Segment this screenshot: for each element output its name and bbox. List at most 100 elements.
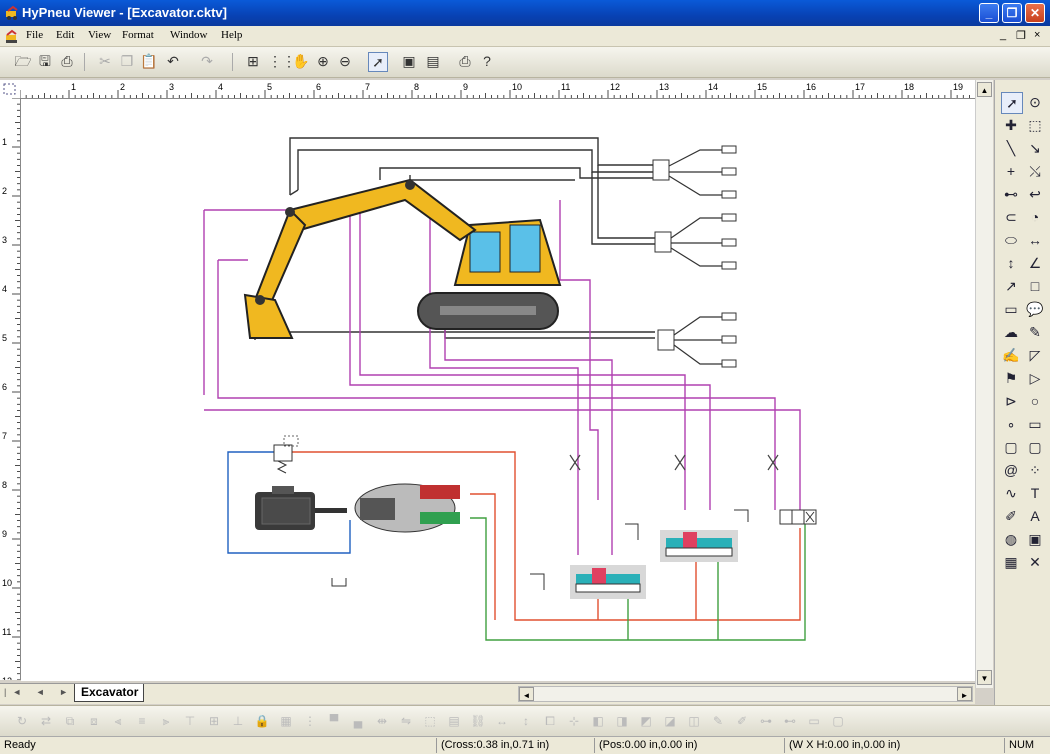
drawing-canvas[interactable] xyxy=(21,99,975,681)
fill-icon[interactable]: ◨ xyxy=(614,713,630,729)
diagonal-arrow-icon[interactable]: ↘ xyxy=(1025,138,1045,158)
copy-icon[interactable]: ❐ xyxy=(118,52,136,70)
order-back-icon[interactable]: ▄ xyxy=(350,713,366,729)
group-icon[interactable]: ⧉ xyxy=(62,713,78,729)
brush-icon[interactable]: ✍ xyxy=(1001,345,1021,365)
zoom-in-icon[interactable]: ⊕ xyxy=(314,52,332,70)
align-left-icon[interactable]: ⫷ xyxy=(110,713,126,729)
align-bottom-icon[interactable]: ⊥ xyxy=(230,713,246,729)
line-icon[interactable]: ╲ xyxy=(1001,138,1021,158)
scroll-up-icon[interactable]: ▲ xyxy=(977,82,992,97)
picture-icon[interactable]: ▣ xyxy=(1025,529,1045,549)
pilot-valve-3[interactable] xyxy=(657,312,737,368)
ellipse-icon[interactable]: ⬭ xyxy=(1001,230,1021,250)
menu-window[interactable]: Window xyxy=(170,29,207,41)
dimension-icon[interactable]: ↔ xyxy=(1025,230,1045,250)
circuit-diagram[interactable] xyxy=(21,99,975,681)
align-icon[interactable]: ⊞ xyxy=(244,52,262,70)
undo-icon[interactable]: ↶ xyxy=(164,52,182,70)
arc-icon[interactable]: ⊂ xyxy=(1001,207,1021,227)
space-icon[interactable]: ⇹ xyxy=(374,713,390,729)
minimize-button[interactable]: _ xyxy=(979,3,999,23)
outline-icon[interactable]: ▭ xyxy=(806,713,822,729)
layer-icon[interactable]: ▦ xyxy=(278,713,294,729)
cloud-icon[interactable]: ☁ xyxy=(1001,322,1021,342)
text-edit-icon[interactable]: ✐ xyxy=(1001,506,1021,526)
font-icon[interactable]: A xyxy=(1025,506,1045,526)
vertical-dim-icon[interactable]: ↕ xyxy=(1001,253,1021,273)
speech-bubble-icon[interactable]: 💬 xyxy=(1025,299,1045,319)
directional-valve-2[interactable] xyxy=(660,530,738,562)
open-icon[interactable]: 🗁 xyxy=(14,52,32,70)
distribute-icon[interactable]: ⋮ xyxy=(302,713,318,729)
print-icon[interactable]: ⎙ xyxy=(58,52,76,70)
menu-view[interactable]: View xyxy=(88,29,111,41)
size-icon[interactable]: ⬚ xyxy=(422,713,438,729)
angle-icon[interactable]: ∠ xyxy=(1025,253,1045,273)
arrow-line-icon[interactable]: ↗ xyxy=(1001,276,1021,296)
shadow-icon[interactable]: ◫ xyxy=(686,713,702,729)
spiral-icon[interactable]: @ xyxy=(1001,460,1021,480)
close-button[interactable]: ✕ xyxy=(1025,3,1045,23)
menu-file[interactable]: File xyxy=(26,29,43,41)
format-painter-icon[interactable]: ✐ xyxy=(734,713,750,729)
electric-motor[interactable] xyxy=(255,486,347,530)
delete-icon[interactable]: ✕ xyxy=(1025,552,1045,572)
table-icon[interactable]: ▤ xyxy=(446,713,462,729)
globe-icon[interactable]: ◍ xyxy=(1001,529,1021,549)
dot-curve-icon[interactable]: ⁘ xyxy=(1025,460,1045,480)
pan-icon[interactable]: ✋ xyxy=(292,52,310,70)
ungroup-icon[interactable]: ⧈ xyxy=(86,713,102,729)
scroll-right-icon[interactable]: ► xyxy=(957,687,972,701)
color-icon[interactable]: ◧ xyxy=(590,713,606,729)
rounded-rect2-icon[interactable]: ▢ xyxy=(1025,437,1045,457)
rectangle-icon[interactable]: ▭ xyxy=(1025,414,1045,434)
hook-icon[interactable]: ↩ xyxy=(1025,184,1045,204)
rect-select-icon[interactable]: ⬚ xyxy=(1025,115,1045,135)
pen-icon[interactable]: ✎ xyxy=(1025,322,1045,342)
horizontal-scrollbar[interactable]: ◄ ► xyxy=(518,686,973,702)
menu-format[interactable]: Format xyxy=(122,29,154,41)
align-middle-icon[interactable]: ⊞ xyxy=(206,713,222,729)
line-color-icon[interactable]: ◩ xyxy=(638,713,654,729)
vertical-scrollbar[interactable]: ▲ ▼ xyxy=(975,80,993,688)
flag-icon[interactable]: ⚑ xyxy=(1001,368,1021,388)
directional-valve-3[interactable] xyxy=(779,509,817,525)
image-icon[interactable]: ▣ xyxy=(400,52,418,70)
width-icon[interactable]: ↔ xyxy=(494,713,510,729)
match-icon[interactable]: ⧠ xyxy=(542,713,558,729)
callout-icon[interactable]: ▭ xyxy=(1001,299,1021,319)
zoom-select-icon[interactable]: ⊙ xyxy=(1025,92,1045,112)
snap-icon[interactable]: ⊹ xyxy=(566,713,582,729)
height-icon[interactable]: ↕ xyxy=(518,713,534,729)
pilot-valve-1[interactable] xyxy=(652,145,737,199)
lock-icon[interactable]: 🔒 xyxy=(254,713,270,729)
curve-icon[interactable]: ⤯ xyxy=(1025,161,1045,181)
circle-arc-icon[interactable]: ◔ xyxy=(1025,207,1045,227)
doc-minimize-button[interactable]: _ xyxy=(1000,29,1006,41)
select-arrow-icon[interactable]: ➚ xyxy=(1001,92,1023,114)
relief-valve[interactable] xyxy=(273,435,299,474)
text-icon[interactable]: T xyxy=(1025,483,1045,503)
mirror-icon[interactable]: ⇋ xyxy=(398,713,414,729)
order-front-icon[interactable]: ▀ xyxy=(326,713,342,729)
oval-icon[interactable]: ○ xyxy=(1025,391,1045,411)
table-icon[interactable]: ▦ xyxy=(1001,552,1021,572)
cross-icon[interactable]: + xyxy=(1001,161,1021,181)
frame-icon[interactable]: ▢ xyxy=(830,713,846,729)
square-node-icon[interactable]: □ xyxy=(1025,276,1045,296)
connector-icon[interactable]: ⊷ xyxy=(1001,184,1021,204)
zoom-out-icon[interactable]: ⊖ xyxy=(336,52,354,70)
small-circle-icon[interactable]: ∘ xyxy=(1001,414,1021,434)
hydraulic-pump[interactable] xyxy=(354,483,460,533)
scroll-left-icon[interactable]: ◄ xyxy=(519,687,534,701)
align-right-icon[interactable]: ⫸ xyxy=(158,713,174,729)
properties-icon[interactable]: ▤ xyxy=(424,52,442,70)
scroll-down-icon[interactable]: ▼ xyxy=(977,670,992,685)
paste-icon[interactable]: 📋 xyxy=(140,52,158,70)
doc-close-button[interactable]: × xyxy=(1034,29,1040,41)
rounded-rect-icon[interactable]: ▢ xyxy=(1001,437,1021,457)
help-icon[interactable]: ? xyxy=(478,52,496,70)
select-icon[interactable]: ➚ xyxy=(368,52,388,72)
add-node-icon[interactable]: ✚ xyxy=(1001,115,1021,135)
